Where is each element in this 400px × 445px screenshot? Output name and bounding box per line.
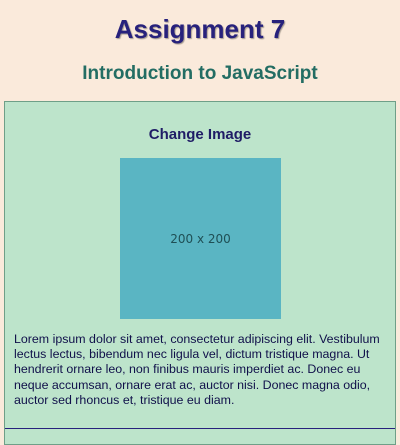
divider [5, 428, 395, 429]
change-image-heading: Change Image [148, 126, 252, 143]
page-subtitle: Introduction to JavaScript [82, 63, 318, 84]
placeholder-image[interactable]: 200 x 200 [120, 158, 281, 319]
lorem-paragraph: Lorem ipsum dolor sit amet, consectetur … [14, 332, 380, 407]
placeholder-image-label: 200 x 200 [170, 231, 231, 246]
content-panel: Change Image 200 x 200 Lorem ipsum dolor… [4, 101, 396, 445]
page-title: Assignment 7 [114, 14, 286, 44]
